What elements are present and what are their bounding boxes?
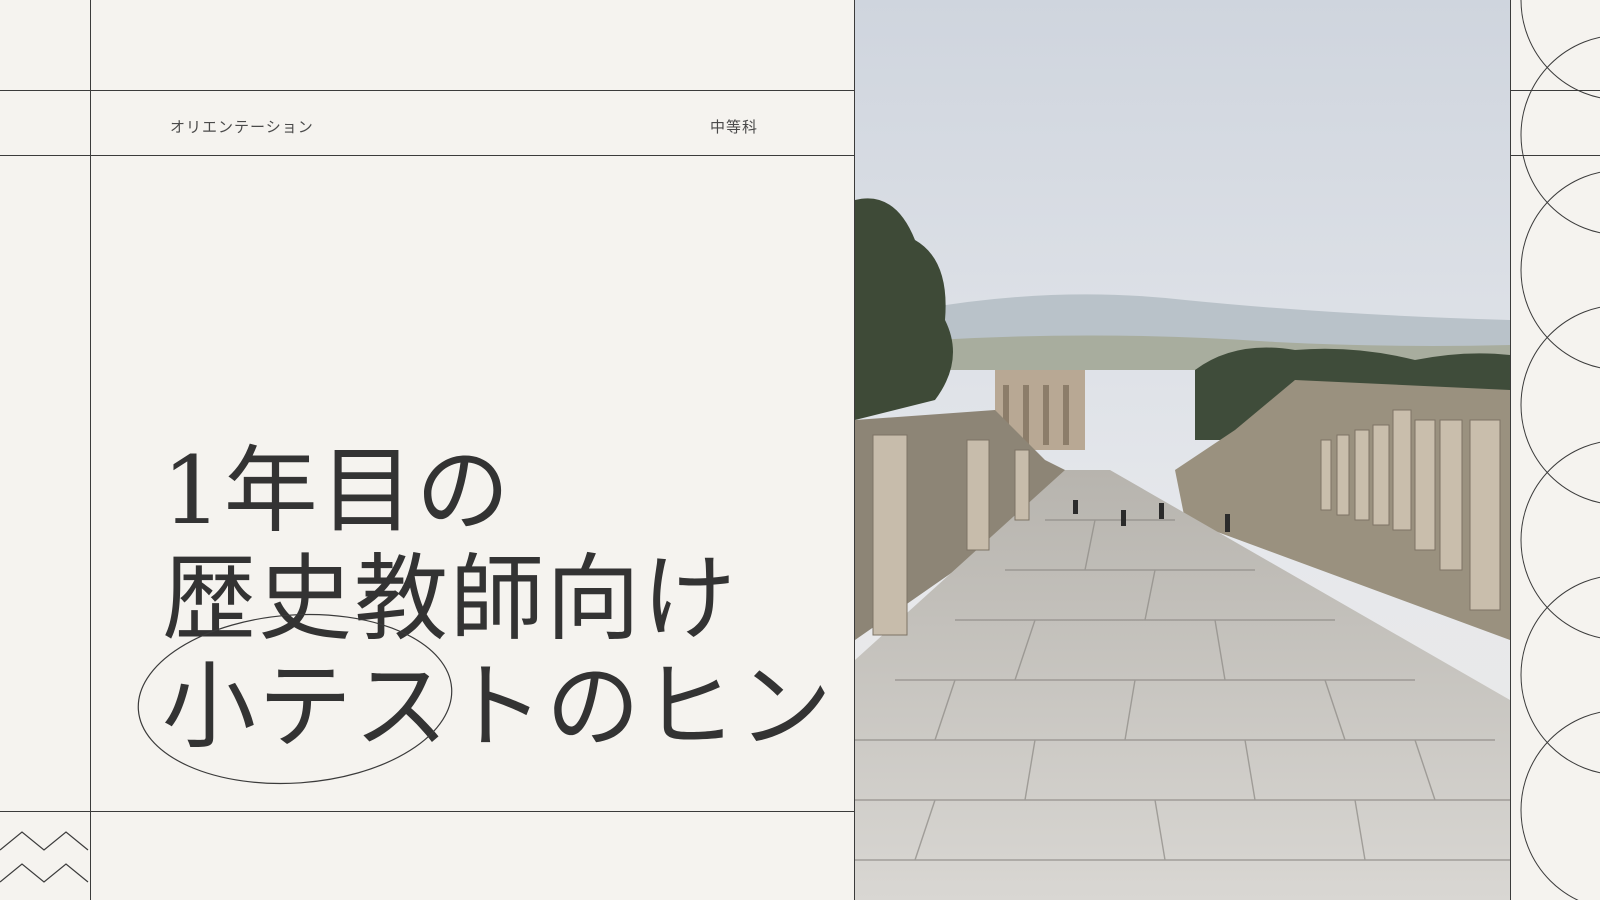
header-left-label: オリエンテーション [170, 118, 314, 136]
circles-decoration [1520, 0, 1600, 900]
ruins-photo [855, 0, 1510, 900]
zigzag-decoration [0, 831, 89, 883]
grid-line-left [90, 0, 91, 900]
header-right-label: 中等科 [710, 118, 759, 136]
title-ellipse-accent [137, 613, 453, 785]
title-line-1: 1年目の [162, 437, 512, 546]
slide: オリエンテーション 中等科 1年目の 歴史教師向け 小テストのヒント [0, 0, 1600, 900]
grid-line-bottom [0, 811, 855, 812]
